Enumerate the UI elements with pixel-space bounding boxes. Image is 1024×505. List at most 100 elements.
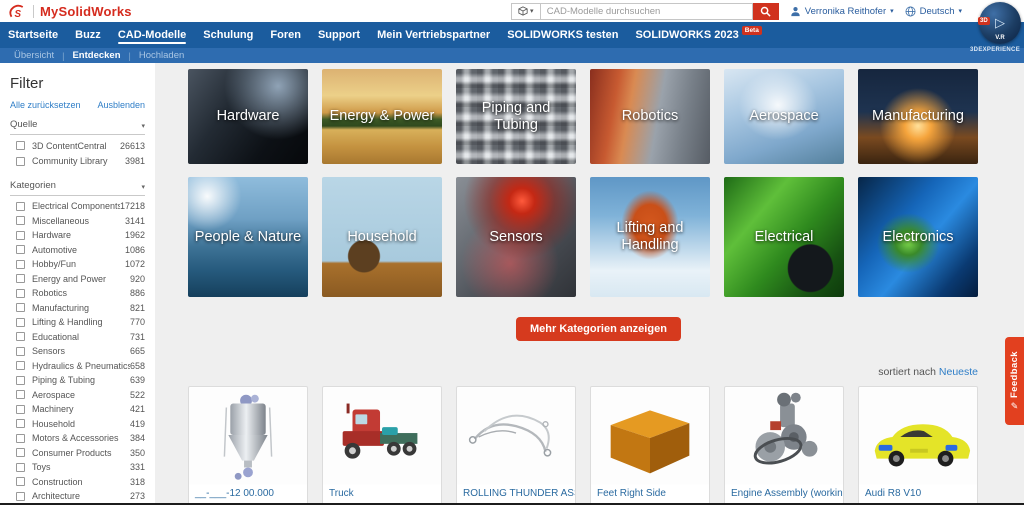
search-icon (760, 6, 771, 17)
category-tile-hardware[interactable]: Hardware (188, 69, 308, 164)
model-card[interactable]: Truck (322, 386, 442, 505)
filter-item[interactable]: Community Library3981 (10, 154, 145, 170)
model-title[interactable]: Audi R8 V10 (859, 485, 977, 499)
model-title[interactable]: Truck (323, 485, 441, 499)
model-card[interactable]: Engine Assembly (working) (724, 386, 844, 505)
checkbox[interactable] (16, 448, 25, 457)
checkbox[interactable] (16, 260, 25, 269)
checkbox[interactable] (16, 332, 25, 341)
checkbox[interactable] (16, 289, 25, 298)
nav-item-solidworks-2023[interactable]: SOLIDWORKS 2023Beta (635, 24, 761, 47)
filter-item[interactable]: Educational731 (10, 330, 145, 345)
nav-item-support[interactable]: Support (318, 24, 360, 47)
model-title[interactable]: Feet Right Side (591, 485, 709, 499)
model-card[interactable]: Feet Right Side (590, 386, 710, 505)
filter-item[interactable]: Automotive1086 (10, 243, 145, 258)
language-label: Deutsch (920, 6, 955, 17)
checkbox[interactable] (16, 419, 25, 428)
filter-item[interactable]: Architecture273 (10, 489, 145, 504)
user-menu[interactable]: Verronika Reithofer ▾ (790, 6, 894, 17)
filter-item[interactable]: Robotics886 (10, 286, 145, 301)
nav-item-startseite[interactable]: Startseite (8, 24, 58, 47)
filter-item[interactable]: Sensors665 (10, 344, 145, 359)
filter-item[interactable]: Miscellaneous3141 (10, 214, 145, 229)
filter-item[interactable]: Electrical Components17218 (10, 199, 145, 214)
category-tile-energy-power[interactable]: Energy & Power (322, 69, 442, 164)
checkbox[interactable] (16, 477, 25, 486)
filter-item[interactable]: Machinery421 (10, 402, 145, 417)
filter-item[interactable]: Aerospace522 (10, 388, 145, 403)
nav-item-schulung[interactable]: Schulung (203, 24, 253, 47)
category-tile-aerospace[interactable]: Aerospace (724, 69, 844, 164)
brand-title[interactable]: MySolidWorks (40, 4, 132, 19)
checkbox[interactable] (16, 318, 25, 327)
filter-item[interactable]: Consumer Products350 (10, 446, 145, 461)
filter-item[interactable]: Household419 (10, 417, 145, 432)
category-tile-electrical[interactable]: Electrical (724, 177, 844, 297)
checkbox[interactable] (16, 245, 25, 254)
filter-item[interactable]: Lifting & Handling770 (10, 315, 145, 330)
feedback-tab[interactable]: Feedback ✎ (1005, 337, 1024, 425)
checkbox[interactable] (16, 492, 25, 501)
filter-item[interactable]: Manufacturing821 (10, 301, 145, 316)
model-title[interactable]: __-___-12 00.000 (189, 485, 307, 499)
checkbox[interactable] (16, 274, 25, 283)
checkbox[interactable] (16, 303, 25, 312)
hide-filters-link[interactable]: Ausblenden (97, 100, 145, 110)
filter-item[interactable]: Hydraulics & Pneumatics658 (10, 359, 145, 374)
nav-item-vertriebspartner[interactable]: Mein Vertriebspartner (377, 24, 490, 47)
filter-item[interactable]: Hardware1962 (10, 228, 145, 243)
checkbox[interactable] (16, 231, 25, 240)
filter-item[interactable]: Toys331 (10, 460, 145, 475)
checkbox[interactable] (16, 390, 25, 399)
reset-filters-link[interactable]: Alle zurücksetzen (10, 100, 81, 110)
3dexperience-compass[interactable]: ▷ 3D V.R (979, 2, 1021, 44)
subnav-item-uebersicht[interactable]: Übersicht (14, 50, 54, 61)
category-tile-household[interactable]: Household (322, 177, 442, 297)
nav-item-cad-modelle[interactable]: CAD-Modelle (118, 24, 186, 47)
filter-item[interactable]: Energy and Power920 (10, 272, 145, 287)
nav-item-buzz[interactable]: Buzz (75, 24, 101, 47)
category-tile-piping-tubing[interactable]: Piping and Tubing (456, 69, 576, 164)
checkbox[interactable] (16, 376, 25, 385)
checkbox[interactable] (16, 141, 25, 150)
checkbox[interactable] (16, 157, 25, 166)
category-tile-lifting-handling[interactable]: Lifting and Handling (590, 177, 710, 297)
filter-item[interactable]: Construction318 (10, 475, 145, 490)
checkbox[interactable] (16, 216, 25, 225)
sort-value-link[interactable]: Neueste (939, 366, 978, 378)
filter-item[interactable]: Hobby/Fun1072 (10, 257, 145, 272)
filter-section-quelle[interactable]: Quelle ▾ (10, 119, 145, 135)
filter-item[interactable]: 3D ContentCentral26613 (10, 138, 145, 154)
logo-area[interactable]: S MySolidWorks (8, 4, 132, 19)
model-card[interactable]: ROLLING THUNDER ASSEM... (456, 386, 576, 505)
search-input[interactable] (541, 3, 753, 20)
nav-item-solidworks-testen[interactable]: SOLIDWORKS testen (507, 24, 618, 47)
filter-item[interactable]: Motors & Accessories384 (10, 431, 145, 446)
category-tile-sensors[interactable]: Sensors (456, 177, 576, 297)
category-tile-manufacturing[interactable]: Manufacturing (858, 69, 978, 164)
more-categories-button[interactable]: Mehr Kategorien anzeigen (516, 317, 681, 341)
category-tile-people-nature[interactable]: People & Nature (188, 177, 308, 297)
category-tile-robotics[interactable]: Robotics (590, 69, 710, 164)
sort-prefix: sortiert nach (878, 366, 936, 378)
subnav-item-entdecken[interactable]: Entdecken (72, 50, 120, 61)
subnav-item-hochladen[interactable]: Hochladen (139, 50, 184, 61)
checkbox[interactable] (16, 361, 25, 370)
checkbox[interactable] (16, 463, 25, 472)
language-menu[interactable]: Deutsch ▾ (905, 6, 962, 17)
model-title[interactable]: ROLLING THUNDER ASSEM... (457, 485, 575, 499)
search-button[interactable] (753, 3, 779, 20)
checkbox[interactable] (16, 347, 25, 356)
category-tile-electronics[interactable]: Electronics (858, 177, 978, 297)
model-title[interactable]: Engine Assembly (working) (725, 485, 843, 499)
model-card[interactable]: __-___-12 00.000 (188, 386, 308, 505)
filter-item[interactable]: Piping & Tubing639 (10, 373, 145, 388)
search-scope-dropdown[interactable]: ▾ (511, 3, 541, 20)
checkbox[interactable] (16, 434, 25, 443)
model-card[interactable]: Audi R8 V10 (858, 386, 978, 505)
nav-item-foren[interactable]: Foren (270, 24, 301, 47)
filter-section-kategorien[interactable]: Kategorien ▾ (10, 180, 145, 196)
checkbox[interactable] (16, 202, 25, 211)
checkbox[interactable] (16, 405, 25, 414)
